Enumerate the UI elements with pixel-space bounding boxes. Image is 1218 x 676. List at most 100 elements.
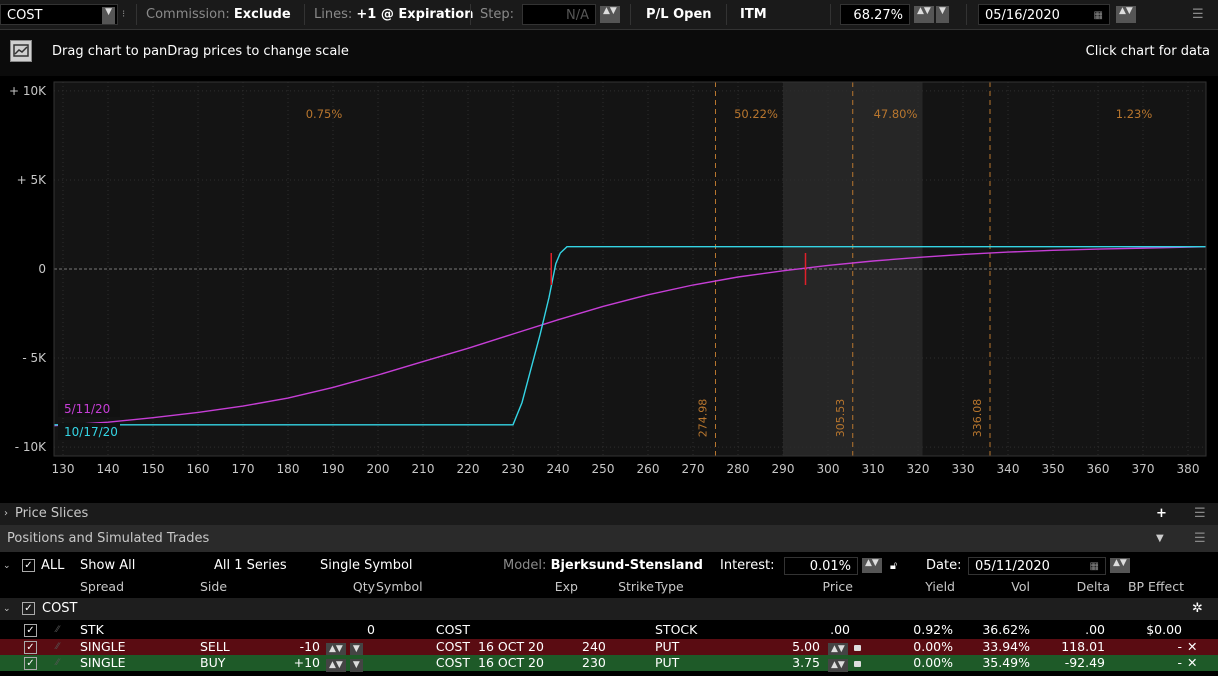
strike-cell[interactable]: 230 <box>582 655 606 671</box>
model-selector[interactable]: Model: Bjerksund-Stensland <box>503 556 703 576</box>
price-cell[interactable]: 3.75 <box>750 655 820 671</box>
calendar-icon[interactable]: ▦ <box>1090 558 1099 576</box>
date-stepper[interactable]: ▲▼ <box>1116 6 1136 23</box>
x-tick-label: 160 <box>187 462 210 476</box>
positions-header[interactable]: Positions and Simulated Trades ▼ ☰ <box>0 526 1218 552</box>
price-cell[interactable]: 5.00 <box>750 639 820 655</box>
price-slices-header[interactable]: › Price Slices + ☰ <box>0 503 1218 526</box>
price-stepper[interactable]: ▲▼ <box>828 659 848 672</box>
price-level-label: 274.98 <box>697 399 710 438</box>
menu-icon[interactable]: ☰ <box>1194 503 1206 525</box>
delta-cell: -92.49 <box>1064 655 1105 670</box>
symbol-dropdown-icon[interactable]: ▼ <box>102 7 115 24</box>
probability-input[interactable]: 68.27% <box>840 4 910 25</box>
chart-icon[interactable] <box>10 40 32 62</box>
series-tag-2: 10/17/20 <box>64 425 118 439</box>
collapse-icon[interactable]: ▼ <box>1156 526 1164 551</box>
lines-control[interactable]: Lines: +1 @ Expiration <box>314 4 473 25</box>
step-input[interactable]: N/A <box>522 4 596 25</box>
table-row[interactable]: ✓ ⁄⁄ SINGLE BUY +10 ▲▼ ▼ COST 16 OCT 20 230 PUT 3.7… <box>0 655 1218 672</box>
symbol-mode-selector[interactable]: Single Symbol <box>320 556 413 576</box>
type-cell[interactable]: STOCK <box>655 622 697 638</box>
spread-cell[interactable]: SINGLE <box>80 655 126 671</box>
col-bp-effect[interactable]: BP Effect <box>1112 578 1184 595</box>
qty-cell[interactable]: 0 <box>300 622 375 638</box>
row-checkbox[interactable]: ✓ <box>24 624 37 637</box>
col-type[interactable]: Type <box>655 578 684 595</box>
type-cell[interactable]: PUT <box>655 655 679 671</box>
yield-cell: 0.92% <box>913 622 953 637</box>
col-side[interactable]: Side <box>200 578 227 595</box>
col-strike[interactable]: Strike <box>580 578 654 595</box>
gear-icon[interactable]: ✲ <box>1192 598 1203 620</box>
itm-selector[interactable]: ITM <box>740 4 767 25</box>
probability-stepper[interactable]: ▲▼ <box>914 6 934 23</box>
pl-open-selector[interactable]: P/L Open <box>646 4 712 25</box>
close-icon[interactable]: ✕ <box>1187 639 1197 655</box>
col-qty[interactable]: Qty <box>300 578 375 595</box>
date-label: Date: <box>926 558 962 573</box>
row-checkbox[interactable]: ✓ <box>24 657 37 670</box>
group-checkbox[interactable]: ✓ <box>22 602 35 615</box>
filter-bar: ⌄ ✓ ALL Show All All 1 Series Single Sym… <box>0 556 1218 576</box>
link-icon[interactable]: ⁝ <box>122 4 125 25</box>
spread-cell[interactable]: STK <box>80 622 104 638</box>
col-price[interactable]: Price <box>760 578 854 595</box>
exp-cell[interactable]: 16 OCT 20 <box>478 639 544 655</box>
interest-stepper[interactable]: ▲▼ <box>862 558 882 573</box>
probability-label: 50.22% <box>734 107 778 121</box>
lock-icon[interactable]: 🔓︎ <box>890 556 897 576</box>
add-icon[interactable]: + <box>1156 503 1167 525</box>
symbol-cell: COST <box>435 639 470 654</box>
col-yield[interactable]: Yield <box>880 578 955 595</box>
series-tag-1: 5/11/20 <box>64 402 110 416</box>
col-delta[interactable]: Delta <box>1040 578 1110 595</box>
x-tick-label: 140 <box>97 462 120 476</box>
qty-stepper[interactable]: ▲▼ <box>326 659 346 672</box>
calendar-icon[interactable]: ▦ <box>1094 5 1103 26</box>
table-row[interactable]: ✓ ⁄⁄ SINGLE SELL -10 ▲▼ ▼ COST 16 OCT 20 240 PUT 5.… <box>0 639 1218 656</box>
all-label: ALL <box>41 558 65 573</box>
lock-icon[interactable] <box>853 660 861 667</box>
menu-icon[interactable]: ☰ <box>1194 526 1206 551</box>
step-stepper[interactable]: ▲▼ <box>600 6 620 23</box>
sim-date-stepper[interactable]: ▲▼ <box>1110 558 1130 573</box>
type-cell[interactable]: PUT <box>655 639 679 655</box>
risk-profile-chart[interactable]: + 10K + 5K 0 - 5K - 10K 130 140 150 160 170 180 190… <box>0 76 1218 486</box>
show-all-selector[interactable]: Show All <box>80 556 135 576</box>
sim-date-input[interactable]: 05/11/2020 ▦ <box>968 557 1106 575</box>
risk-profile-svg[interactable]: + 10K + 5K 0 - 5K - 10K 130 140 150 160 170 180 190… <box>0 76 1218 486</box>
qty-dropdown-icon[interactable]: ▼ <box>349 659 363 672</box>
side-cell[interactable]: BUY <box>200 655 225 671</box>
symbol-input[interactable]: COST ▼ <box>0 4 118 25</box>
commission-control[interactable]: Commission: Exclude <box>146 4 291 25</box>
edit-icon[interactable]: ⁄⁄ <box>56 639 59 655</box>
edit-icon[interactable]: ⁄⁄ <box>56 622 59 638</box>
col-symbol[interactable]: Symbol <box>376 578 423 595</box>
series-selector[interactable]: All 1 Series <box>214 556 287 576</box>
chevron-down-icon[interactable]: ⌄ <box>3 556 11 576</box>
exp-cell[interactable]: 16 OCT 20 <box>478 655 544 671</box>
date-input[interactable]: 05/16/2020 ▦ <box>978 4 1110 25</box>
edit-icon[interactable]: ⁄⁄ <box>56 655 59 671</box>
row-checkbox[interactable]: ✓ <box>24 641 37 654</box>
table-row[interactable]: ✓ ⁄⁄ STK 0 COST STOCK .00 0.92% 36.62% .00 $0.00 <box>0 622 1218 638</box>
spread-cell[interactable]: SINGLE <box>80 639 126 655</box>
x-tick-label: 170 <box>232 462 255 476</box>
menu-icon[interactable]: ☰ <box>1192 4 1204 25</box>
strike-cell[interactable]: 240 <box>582 639 606 655</box>
chevron-right-icon[interactable]: › <box>4 503 8 525</box>
side-cell[interactable]: SELL <box>200 639 230 655</box>
probability-dropdown-icon[interactable]: ▼ <box>936 6 949 23</box>
qty-cell[interactable]: -10 <box>290 639 320 655</box>
close-icon[interactable]: ✕ <box>1187 655 1197 671</box>
col-spread[interactable]: Spread <box>80 578 124 595</box>
interest-input[interactable]: 0.01% <box>784 557 858 575</box>
lock-icon[interactable] <box>853 644 861 651</box>
chevron-down-icon[interactable]: ⌄ <box>3 598 11 620</box>
col-exp[interactable]: Exp <box>500 578 578 595</box>
col-vol[interactable]: Vol <box>960 578 1030 595</box>
group-row[interactable]: ⌄ ✓ COST ✲ <box>0 598 1218 620</box>
all-checkbox[interactable]: ✓ <box>22 559 35 572</box>
qty-cell[interactable]: +10 <box>290 655 320 671</box>
